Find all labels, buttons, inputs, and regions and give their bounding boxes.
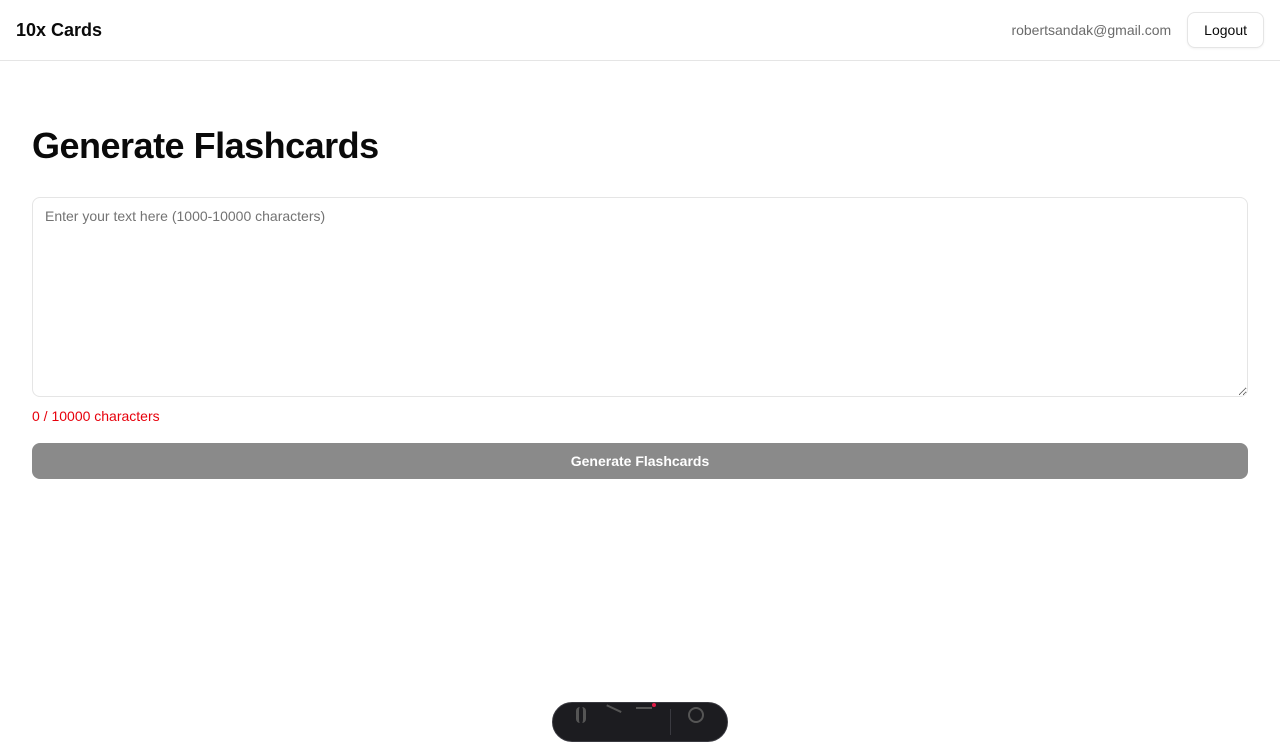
user-area: robertsandak@gmail.com Logout (1011, 12, 1264, 48)
generate-flashcards-button[interactable]: Generate Flashcards (32, 443, 1248, 479)
character-counter: 0 / 10000 characters (32, 408, 160, 424)
generate-form: Generate Flashcards 0 / 10000 characters… (32, 124, 1248, 479)
page-title: Generate Flashcards (32, 125, 379, 166)
inspect-icon[interactable] (600, 704, 622, 726)
audit-icon[interactable] (636, 703, 657, 723)
app-logo-text[interactable]: 10x Cards (16, 20, 102, 41)
dev-toolbar[interactable] (552, 702, 728, 742)
logout-button[interactable]: Logout (1187, 12, 1264, 48)
settings-icon[interactable] (688, 707, 705, 723)
user-email: robertsandak@gmail.com (1011, 22, 1172, 38)
menu-icon[interactable] (575, 707, 586, 723)
top-navigation: 10x Cards robertsandak@gmail.com Logout (0, 0, 1280, 61)
toolbar-divider (669, 709, 671, 735)
source-text-input[interactable] (32, 197, 1248, 397)
